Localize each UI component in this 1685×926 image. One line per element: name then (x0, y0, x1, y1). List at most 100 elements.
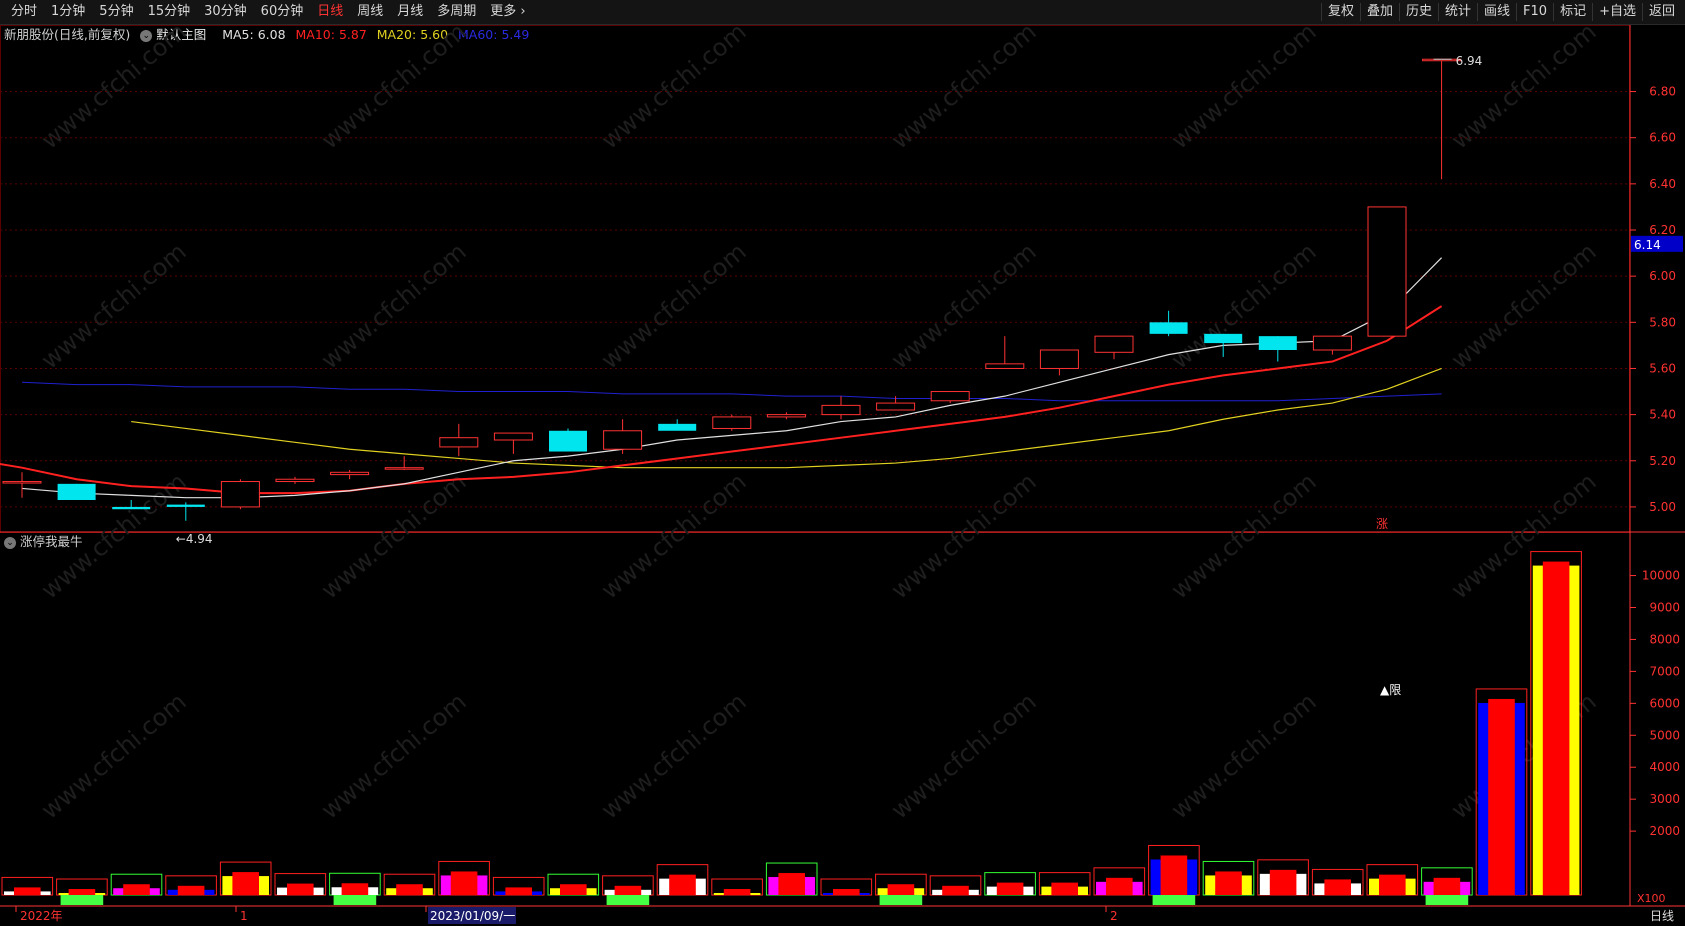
kline-chart[interactable]: www.cfchi.com www.cfchi.com www.cfchi.com w… (0, 0, 1685, 926)
volume-negative-bar (333, 895, 377, 905)
candle-body (1367, 206, 1407, 337)
ma5-line (21, 257, 1443, 499)
candle-body (1094, 335, 1134, 353)
price-tick-label: 6.80 (1649, 85, 1676, 99)
volume-core-bar (1106, 877, 1133, 895)
volume-core-bar (1324, 879, 1351, 895)
volume-tick-label: 9000 (1649, 601, 1680, 615)
volume-negative-bar (606, 895, 650, 905)
volume-core-bar (996, 882, 1024, 895)
low-price-label: ←4.94 (176, 532, 213, 546)
candle-body (384, 467, 424, 470)
candle-body (766, 414, 806, 418)
watermark-text: www.cfchi.com (316, 687, 472, 824)
date-axis-label: 2022年 (20, 909, 63, 923)
volume-core-bar (560, 884, 587, 895)
watermark-text: www.cfchi.com (36, 237, 192, 374)
volume-core-bar (505, 887, 532, 895)
volume-core-bar (341, 883, 369, 895)
candle-body (876, 402, 916, 411)
volume-core-bar (1215, 871, 1242, 895)
volume-core-bar (1160, 855, 1188, 895)
volume-tick-label: 10000 (1642, 569, 1680, 583)
watermark-text: www.cfchi.com (316, 17, 472, 154)
volume-core-bar (1379, 874, 1406, 895)
volume-tick-label: 5000 (1649, 728, 1680, 742)
volume-core-bar (1433, 877, 1461, 895)
candle-body (712, 416, 752, 429)
candle-body (930, 391, 970, 402)
candle-body (1204, 333, 1243, 344)
volume-negative-bar (1425, 895, 1469, 905)
current-price-label: 6.14 (1634, 238, 1661, 252)
candle-body (1039, 349, 1079, 369)
volume-core-bar (287, 883, 314, 895)
volume-core-bar (1542, 561, 1570, 895)
volume-tick-label: 2000 (1649, 824, 1680, 838)
price-tick-label: 6.20 (1649, 223, 1676, 237)
candle-body (220, 481, 260, 508)
watermark-text: www.cfchi.com (886, 467, 1042, 604)
watermark-text: www.cfchi.com (596, 687, 752, 824)
volume-core-bar (833, 889, 860, 895)
candle-body (1149, 322, 1188, 334)
candle-body (603, 430, 643, 450)
watermark-text: www.cfchi.com (36, 17, 192, 154)
watermark-text: www.cfchi.com (886, 687, 1042, 824)
volume-tick-label: 3000 (1649, 792, 1680, 806)
volume-core-bar (232, 872, 259, 895)
watermark-text: www.cfchi.com (1166, 17, 1322, 154)
candle-body (1312, 335, 1352, 351)
candle-body (658, 423, 697, 431)
date-axis-label: 1 (240, 909, 248, 923)
candle-body (821, 404, 861, 416)
price-tick-label: 5.00 (1649, 500, 1676, 514)
candle-body (985, 363, 1025, 369)
candle-body (1258, 336, 1297, 350)
watermark-text: www.cfchi.com (1166, 467, 1322, 604)
volume-tick-label: 4000 (1649, 760, 1680, 774)
volume-core-bar (68, 889, 96, 895)
volume-core-bar (614, 885, 642, 895)
volume-core-bar (723, 889, 751, 895)
watermark-text: www.cfchi.com (596, 237, 752, 374)
volume-tag-label: ▲限 (1380, 683, 1401, 697)
price-tick-label: 5.80 (1649, 315, 1676, 329)
volume-core-bar (942, 885, 969, 895)
volume-negative-bar (1152, 895, 1196, 905)
watermark-text: www.cfchi.com (1446, 17, 1602, 154)
candle-body (330, 471, 370, 476)
volume-core-bar (177, 885, 205, 895)
watermark-text: www.cfchi.com (36, 687, 192, 824)
price-tick-label: 5.20 (1649, 454, 1676, 468)
price-tick-label: 6.60 (1649, 131, 1676, 145)
watermark-text: www.cfchi.com (596, 17, 752, 154)
volume-core-bar (778, 873, 805, 895)
candle-body (166, 504, 205, 507)
volume-core-bar (1488, 698, 1515, 895)
volume-core-bar (396, 884, 423, 895)
watermark-text: www.cfchi.com (1446, 237, 1602, 374)
volume-core-bar (1051, 882, 1078, 895)
volume-unit-label: X100 (1637, 892, 1666, 905)
volume-core-bar (123, 884, 150, 895)
candle-body (57, 483, 96, 500)
candle-body (493, 432, 533, 441)
candle-body (112, 506, 151, 510)
volume-core-bar (669, 874, 696, 895)
price-tick-label: 5.40 (1649, 408, 1676, 422)
volume-tick-label: 7000 (1649, 664, 1680, 678)
price-tick-label: 6.40 (1649, 177, 1676, 191)
volume-tick-label: 6000 (1649, 696, 1680, 710)
date-axis-label: 2023/01/09/一 (430, 909, 515, 923)
period-label: 日线 (1650, 909, 1674, 923)
price-tick-label: 5.60 (1649, 361, 1676, 375)
ma60-line (21, 381, 1442, 402)
watermark-text: www.cfchi.com (316, 237, 472, 374)
volume-core-bar (450, 871, 478, 895)
volume-tick-label: 8000 (1649, 632, 1680, 646)
candle-body (549, 430, 587, 452)
price-tick-label: 6.00 (1649, 269, 1676, 283)
watermark-text: www.cfchi.com (886, 17, 1042, 154)
watermark-text: www.cfchi.com (596, 467, 752, 604)
